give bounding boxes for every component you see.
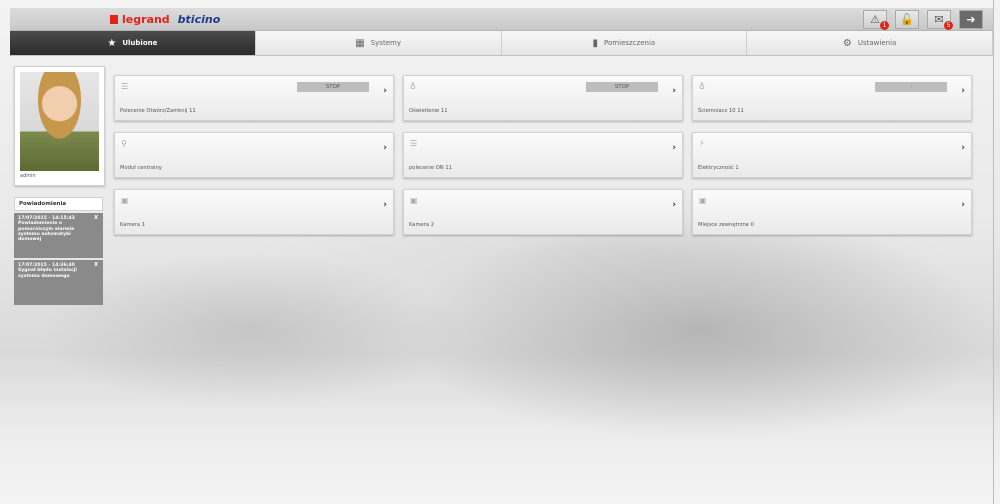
top-icons: ⚠ 1 🔓 ✉ 5 ➜ bbox=[863, 10, 983, 30]
tab-label: Systemy bbox=[370, 39, 401, 47]
star-icon: ★ bbox=[107, 37, 117, 49]
chevron-right-icon[interactable]: › bbox=[383, 143, 387, 153]
avatar bbox=[20, 72, 99, 171]
mail-button[interactable]: ✉ 5 bbox=[927, 10, 953, 30]
notifications-panel: Powiadomienia 17/07/2015 - 14:15:43 Powi… bbox=[14, 197, 103, 305]
chevron-right-icon[interactable]: › bbox=[672, 143, 676, 153]
outdoor-station-icon: ▣ bbox=[699, 196, 707, 205]
gear-icon: ⚙ bbox=[842, 37, 852, 49]
shutter-icon: ☰ bbox=[121, 82, 129, 91]
chevron-right-icon[interactable]: › bbox=[961, 86, 965, 96]
rooms-icon: ▮ bbox=[592, 37, 599, 49]
energy-icon: ⚡ bbox=[699, 139, 705, 148]
brand-logo: legrand bticino bbox=[110, 10, 220, 28]
tab-systemy[interactable]: ▦ Systemy bbox=[255, 31, 502, 55]
stop-button[interactable]: STOP bbox=[297, 82, 369, 92]
main-tabs: ★ Ulubione ▦ Systemy ▮ Pomieszczenia ⚙ U… bbox=[10, 31, 993, 56]
notification-text: 17/07/2015 - 14:15:43 Powiadomienie o po… bbox=[18, 216, 75, 243]
card-camera-1[interactable]: ▣ › Kamera 1 bbox=[114, 189, 394, 235]
card-dimmer[interactable]: ♁ - › Ściemniacz 10 11 bbox=[692, 75, 972, 121]
card-lighting[interactable]: ♁ STOP › Oświetlenie 11 bbox=[403, 75, 683, 121]
card-label: Miejsce zewnętrzne 0 bbox=[698, 222, 754, 228]
close-icon[interactable]: X bbox=[94, 215, 98, 221]
logout-icon: ➜ bbox=[966, 13, 976, 26]
username: admin bbox=[20, 173, 36, 179]
logo-bticino: bticino bbox=[177, 12, 221, 26]
app-window: legrand bticino ⚠ 1 🔓 ✉ 5 ➜ ★ Ulubione ▦… bbox=[0, 0, 994, 504]
card-on-command[interactable]: ☰ › polecenie ON 11 bbox=[403, 132, 683, 178]
logout-button[interactable]: ➜ bbox=[959, 10, 983, 29]
card-camera-2[interactable]: ▣ › Kamera 2 bbox=[403, 189, 683, 235]
card-label: Elektryczność 1 bbox=[698, 165, 739, 171]
card-outdoor-station[interactable]: ▣ › Miejsce zewnętrzne 0 bbox=[692, 189, 972, 235]
card-energy[interactable]: ⚡ › Elektryczność 1 bbox=[692, 132, 972, 178]
chevron-right-icon[interactable]: › bbox=[383, 86, 387, 96]
systems-icon: ▦ bbox=[355, 37, 365, 49]
card-label: polecenie ON 11 bbox=[409, 165, 452, 171]
chevron-right-icon[interactable]: › bbox=[383, 200, 387, 210]
chevron-right-icon[interactable]: › bbox=[672, 200, 676, 210]
chevron-right-icon[interactable]: › bbox=[672, 86, 676, 96]
logo-legrand: legrand bbox=[122, 12, 170, 26]
dimmer-icon: ♁ bbox=[699, 82, 705, 91]
card-label: Oświetlenie 11 bbox=[409, 108, 448, 114]
notification-item[interactable]: 17/07/2015 - 14:36:40 Sygnał błędu insta… bbox=[14, 260, 103, 305]
card-label: Polecenie Otwórz/Zamknij 11 bbox=[120, 108, 196, 114]
close-icon[interactable]: X bbox=[94, 262, 98, 268]
card-label: Ściemniacz 10 11 bbox=[698, 108, 744, 114]
notifications-title: Powiadomienia bbox=[14, 197, 103, 211]
command-icon: ☰ bbox=[410, 139, 418, 148]
mail-badge: 5 bbox=[944, 21, 953, 30]
tab-label: Pomieszczenia bbox=[604, 39, 656, 47]
tab-ulubione[interactable]: ★ Ulubione bbox=[10, 31, 256, 55]
notification-item[interactable]: 17/07/2015 - 14:15:43 Powiadomienie o po… bbox=[14, 213, 103, 258]
top-bar: legrand bticino ⚠ 1 🔓 ✉ 5 ➜ bbox=[10, 8, 993, 31]
thermometer-icon: ⚲ bbox=[121, 139, 127, 148]
light-bulb-icon: ♁ bbox=[410, 82, 416, 91]
chevron-right-icon[interactable]: › bbox=[961, 200, 965, 210]
alarm-button[interactable]: ⚠ 1 bbox=[863, 10, 889, 30]
card-label: Kamera 2 bbox=[409, 222, 434, 228]
card-label: Moduł centralny bbox=[120, 165, 162, 171]
tab-ustawienia[interactable]: ⚙ Ustawienia bbox=[747, 31, 993, 55]
lock-icon: 🔓 bbox=[900, 13, 914, 26]
chevron-right-icon[interactable]: › bbox=[961, 143, 965, 153]
tab-label: Ulubione bbox=[122, 39, 158, 47]
profile-card[interactable]: admin bbox=[14, 66, 105, 186]
card-shutter-command[interactable]: ☰ STOP › Polecenie Otwórz/Zamknij 11 bbox=[114, 75, 394, 121]
tab-pomieszczenia[interactable]: ▮ Pomieszczenia bbox=[501, 31, 748, 55]
legrand-square-icon bbox=[110, 14, 118, 24]
tab-label: Ustawienia bbox=[857, 39, 897, 47]
stop-button[interactable]: STOP bbox=[586, 82, 658, 92]
notification-text: 17/07/2015 - 14:36:40 Sygnał błędu insta… bbox=[18, 263, 77, 279]
alarm-badge: 1 bbox=[880, 21, 889, 30]
camera-icon: ▣ bbox=[410, 196, 418, 205]
alarm-icon: ⚠ bbox=[870, 13, 880, 26]
lock-button[interactable]: 🔓 bbox=[895, 10, 919, 29]
dimmer-level-bar[interactable]: - bbox=[875, 82, 947, 92]
card-label: Kamera 1 bbox=[120, 222, 145, 228]
card-central-module[interactable]: ⚲ › Moduł centralny bbox=[114, 132, 394, 178]
mail-icon: ✉ bbox=[934, 13, 944, 26]
camera-icon: ▣ bbox=[121, 196, 129, 205]
